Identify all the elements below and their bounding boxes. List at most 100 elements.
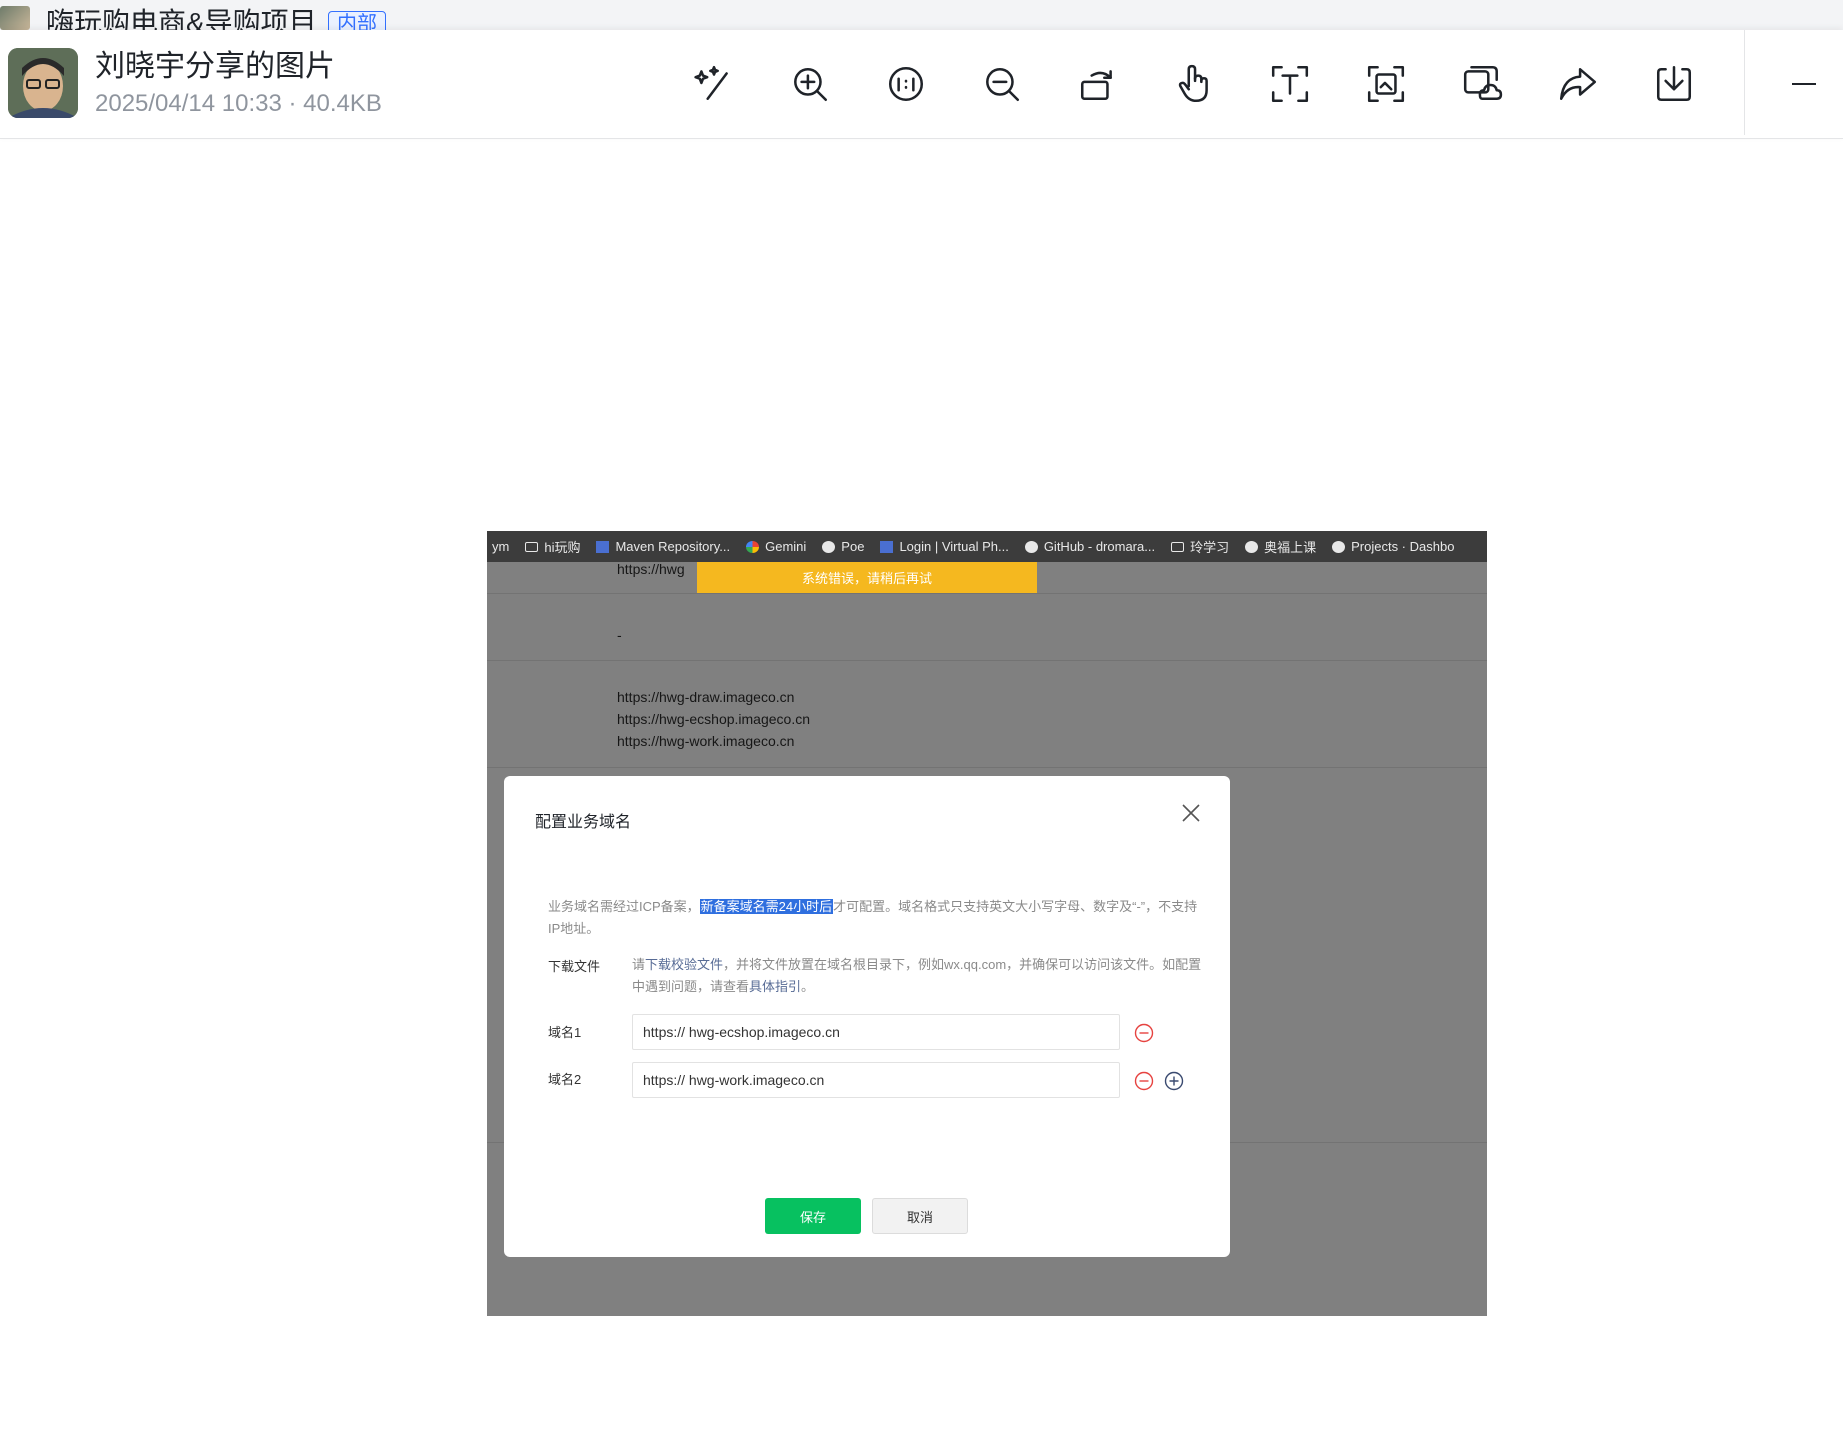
bookmark-item[interactable]: Projects · Dashbo xyxy=(1332,539,1454,554)
extract-text-button[interactable] xyxy=(1266,60,1314,108)
domain2-label: 域名2 xyxy=(548,1072,582,1087)
bookmark-label: Maven Repository... xyxy=(615,539,731,554)
bookmark-label: ym xyxy=(492,539,510,554)
bookmark-label: Gemini xyxy=(765,539,807,554)
notice-text: 业务域名需经过ICP备案， xyxy=(548,899,700,914)
configure-domain-dialog: 配置业务域名 业务域名需经过ICP备案，新备案域名需24小时后才可配置。域名格式… xyxy=(504,776,1230,1257)
folder-icon xyxy=(525,541,539,552)
bg-divider xyxy=(487,660,1487,661)
forward-button[interactable] xyxy=(1554,60,1602,108)
bookmark-item[interactable]: Gemini xyxy=(746,539,806,554)
minimize-button[interactable] xyxy=(1780,60,1828,108)
bg-domain-line: https://hwg-work.imageco.cn xyxy=(617,733,795,749)
image-title: 刘晓宇分享的图片 xyxy=(95,50,335,83)
text-extract-icon xyxy=(1271,65,1309,103)
chat-avatar xyxy=(0,6,30,30)
zoom-in-icon xyxy=(794,68,828,102)
sharer-avatar xyxy=(8,48,78,118)
minimize-icon xyxy=(1792,83,1816,85)
bookmark-item[interactable]: 玲学习 xyxy=(1171,537,1229,556)
rotate-button[interactable] xyxy=(1074,60,1122,108)
internal-tag: 内部 xyxy=(328,11,386,30)
bookmark-item[interactable]: GitHub - dromara... xyxy=(1024,539,1156,554)
bg-divider xyxy=(487,767,1487,768)
save-button[interactable]: 保存 xyxy=(765,1198,861,1234)
hand-icon xyxy=(1178,64,1208,103)
bookmark-item[interactable]: Login | Virtual Ph... xyxy=(880,539,1009,554)
folder-icon xyxy=(1171,541,1185,552)
chat-title: 嗨玩购电商&导购项目 xyxy=(46,7,317,30)
ai-enhance-button[interactable] xyxy=(690,60,738,108)
domain1-label: 域名1 xyxy=(548,1025,582,1040)
screenshot-button[interactable] xyxy=(1362,60,1410,108)
bg-dash: - xyxy=(617,627,622,643)
forward-icon xyxy=(1559,68,1597,100)
download-icon xyxy=(1656,65,1692,102)
bookmark-item[interactable]: 奥福上课 xyxy=(1245,537,1316,556)
minus-circle-icon xyxy=(1134,1023,1154,1043)
bookmark-icon xyxy=(1245,540,1259,553)
domain1-input[interactable]: https:// hwg-ecshop.imageco.cn xyxy=(632,1014,1120,1050)
icp-notice: 业务域名需经过ICP备案，新备案域名需24小时后才可配置。域名格式只支持英文大小… xyxy=(548,896,1198,940)
rotate-icon xyxy=(1080,70,1112,100)
dialog-title: 配置业务域名 xyxy=(535,814,632,831)
zoom-out-icon xyxy=(986,68,1020,102)
shared-image: ym hi玩购 Maven Repository... Gemini Poe Login … xyxy=(487,531,1487,1316)
bookmark-label: Projects · Dashbo xyxy=(1351,539,1455,554)
screenshot-icon xyxy=(1367,65,1405,103)
bookmark-label: 奥福上课 xyxy=(1264,540,1317,555)
hand-tool-button[interactable] xyxy=(1170,60,1218,108)
save-to-cloud-icon xyxy=(1463,65,1503,100)
bookmark-icon xyxy=(822,540,836,553)
bg-divider xyxy=(487,593,1487,594)
bookmark-label: Login | Virtual Ph... xyxy=(899,539,1009,554)
plus-circle-icon xyxy=(1164,1071,1184,1091)
ai-enhance-icon xyxy=(694,65,728,100)
save-to-cloud-button[interactable] xyxy=(1458,60,1506,108)
bg-domain-line: https://hwg-draw.imageco.cn xyxy=(617,689,795,705)
download-text: 请 xyxy=(632,957,646,972)
download-description: 请下载校验文件，并将文件放置在域名根目录下，例如wx.qq.com，并确保可以访… xyxy=(632,954,1202,998)
chat-header-strip: 嗨玩购电商&导购项目 内部 xyxy=(0,0,1843,30)
bookmark-item[interactable]: Poe xyxy=(822,539,864,554)
header-divider xyxy=(1744,30,1745,135)
zoom-out-button[interactable] xyxy=(978,60,1026,108)
bookmark-icon xyxy=(1332,540,1346,553)
bg-domain-line: https://hwg-ecshop.imageco.cn xyxy=(617,711,810,727)
zoom-in-button[interactable] xyxy=(786,60,834,108)
bookmark-label: Poe xyxy=(841,539,865,554)
bg-url-partial: https://hwg xyxy=(617,561,685,577)
bookmark-item[interactable]: ym xyxy=(492,539,509,554)
domain2-input[interactable]: https:// hwg-work.imageco.cn xyxy=(632,1062,1120,1098)
remove-domain2-button[interactable] xyxy=(1134,1071,1154,1091)
bookmark-item[interactable]: Maven Repository... xyxy=(596,539,730,554)
guide-link[interactable]: 具体指引 xyxy=(749,979,801,994)
error-toast: 系统错误，请稍后再试 xyxy=(697,562,1037,593)
add-domain-button[interactable] xyxy=(1164,1071,1184,1091)
bookmark-label: GitHub - dromara... xyxy=(1043,539,1156,554)
minus-circle-icon xyxy=(1134,1071,1154,1091)
remove-domain1-button[interactable] xyxy=(1134,1023,1154,1043)
cancel-button[interactable]: 取消 xyxy=(872,1198,968,1234)
download-verification-file-link[interactable]: 下载校验文件 xyxy=(645,957,723,972)
notice-highlight: 新备案域名需24小时后 xyxy=(699,899,834,914)
bookmark-label: 玲学习 xyxy=(1190,540,1230,555)
actual-size-button[interactable] xyxy=(882,60,930,108)
download-text: 。 xyxy=(801,979,815,994)
viewer-toolbar xyxy=(690,60,1698,108)
image-viewer-header: 刘晓宇分享的图片 2025/04/14 10:33 · 40.4KB xyxy=(0,30,1843,139)
bookmark-item[interactable]: hi玩购 xyxy=(525,537,580,556)
bookmark-icon xyxy=(746,540,760,553)
bookmark-label: hi玩购 xyxy=(544,540,581,555)
actual-size-icon xyxy=(888,66,924,102)
close-icon xyxy=(1182,804,1200,822)
download-file-label: 下载文件 xyxy=(548,959,601,974)
bookmark-icon xyxy=(880,540,894,553)
bookmark-icon xyxy=(596,540,610,553)
bg-domain-list: https://hwg-draw.imageco.cn https://hwg-… xyxy=(617,686,810,752)
image-meta: 2025/04/14 10:33 · 40.4KB xyxy=(95,90,382,117)
close-button[interactable] xyxy=(1180,802,1202,824)
image-info: 刘晓宇分享的图片 2025/04/14 10:33 · 40.4KB xyxy=(95,48,382,120)
download-button[interactable] xyxy=(1650,60,1698,108)
bookmark-icon xyxy=(1024,540,1038,553)
